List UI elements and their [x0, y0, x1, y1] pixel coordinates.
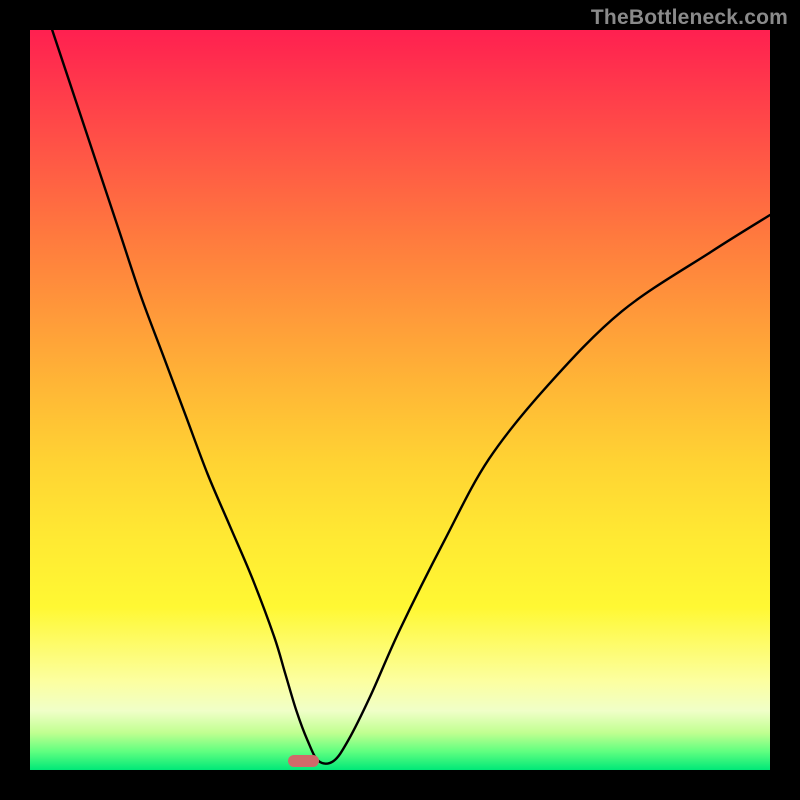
plot-area: [30, 30, 770, 770]
curve-svg: [30, 30, 770, 770]
optimal-marker: [288, 755, 319, 767]
bottleneck-curve-line: [52, 30, 770, 764]
bottleneck-chart: TheBottleneck.com: [0, 0, 800, 800]
watermark-text: TheBottleneck.com: [591, 6, 788, 30]
